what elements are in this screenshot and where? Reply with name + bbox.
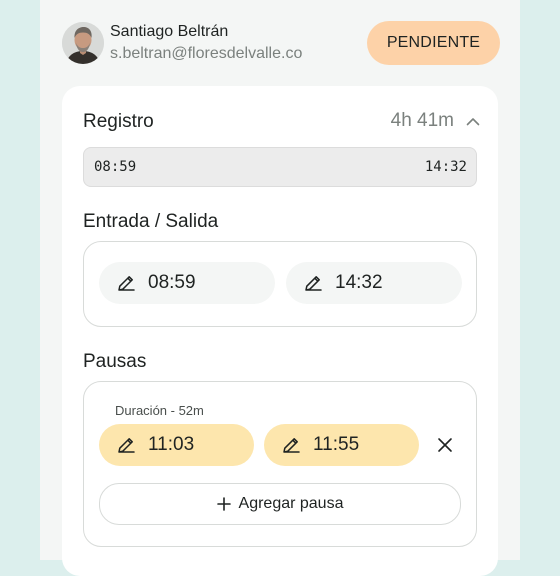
chevron-up-icon [466,117,480,125]
entrada-salida-title: Entrada / Salida [83,211,219,232]
avatar [62,22,104,64]
pencil-icon [283,438,300,453]
salida-time-field[interactable]: 14:32 [286,262,462,304]
pause-end-time: 11:55 [313,434,360,455]
pencil-icon [305,276,322,291]
registro-range-bar: 08:59 14:32 [83,147,477,187]
timesheet-card: Registro 4h 41m 08:59 14:32 Entrada / Sa… [62,86,498,576]
user-email: s.beltran@floresdelvalle.co [110,45,303,62]
user-name: Santiago Beltrán [110,23,229,40]
pause-duration-label: Duración - 52m [115,403,204,418]
pause-end-field[interactable]: 11:55 [264,424,419,466]
plus-icon [216,497,231,511]
registro-total: 4h 41m [390,110,454,131]
status-badge[interactable]: PENDIENTE [367,21,500,65]
range-start: 08:59 [94,159,137,175]
pause-start-field[interactable]: 11:03 [99,424,254,466]
timesheet-panel: Santiago Beltrán s.beltran@floresdelvall… [40,0,520,576]
entrada-time: 08:59 [148,272,196,293]
pausas-title: Pausas [83,351,147,372]
add-pause-label: Agregar pausa [238,495,344,512]
employee-header: Santiago Beltrán s.beltran@floresdelvall… [62,20,500,66]
registro-toggle[interactable]: 4h 41m [391,110,480,132]
pausas-box: Duración - 52m 11:03 11:55 Agregar pausa [83,381,477,547]
close-icon[interactable] [436,436,454,454]
registro-title: Registro [83,111,154,132]
user-avatar-icon [62,22,104,64]
pencil-icon [118,438,135,453]
pause-start-time: 11:03 [148,434,195,455]
entrada-salida-box: 08:59 14:32 [83,241,477,327]
pencil-icon [118,276,135,291]
add-pause-button[interactable]: Agregar pausa [99,483,461,525]
entrada-time-field[interactable]: 08:59 [99,262,275,304]
range-end: 14:32 [424,159,467,175]
salida-time: 14:32 [335,272,383,293]
